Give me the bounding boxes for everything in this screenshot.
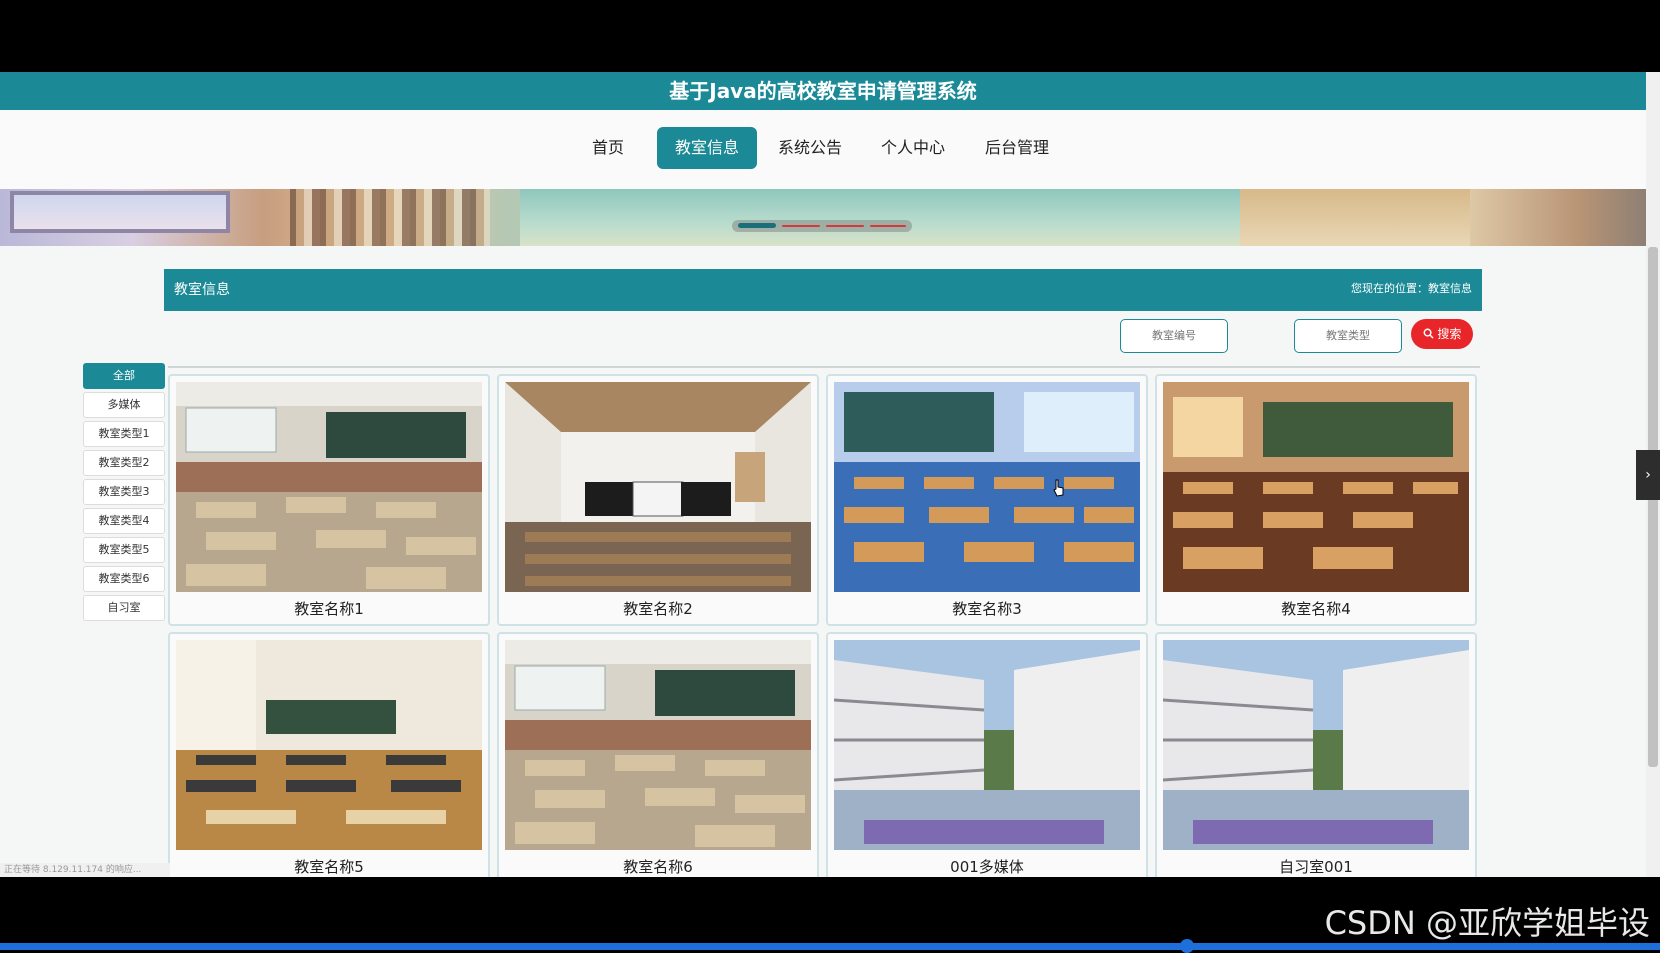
category-type5[interactable]: 教室类型5 — [83, 537, 165, 563]
room-name[interactable]: 教室名称5 — [170, 856, 488, 877]
divider — [168, 366, 1480, 368]
pointer-cursor-icon — [1053, 479, 1064, 497]
room-photo[interactable] — [505, 382, 811, 592]
room-name[interactable]: 教室名称4 — [1157, 598, 1475, 619]
room-name[interactable]: 自习室001 — [1157, 856, 1475, 877]
room-card[interactable]: 001多媒体 — [826, 632, 1148, 877]
room-name[interactable]: 001多媒体 — [828, 856, 1146, 877]
room-card[interactable]: 自习室001 — [1155, 632, 1477, 877]
category-type2[interactable]: 教室类型2 — [83, 450, 165, 476]
status-text: 正在等待 8.129.11.174 的响应... — [0, 863, 170, 877]
section-header: 教室信息 您现在的位置：教室信息 — [164, 269, 1482, 311]
room-card[interactable]: 教室名称2 — [497, 374, 819, 626]
nav-personal-center[interactable]: 个人中心 — [873, 127, 953, 169]
nav-classroom-info[interactable]: 教室信息 — [657, 127, 757, 169]
room-photo[interactable] — [176, 382, 482, 592]
room-photo[interactable] — [505, 640, 811, 850]
carousel-dot[interactable] — [826, 225, 864, 227]
room-number-input[interactable]: 教室编号 — [1120, 319, 1228, 353]
carousel-dot-active[interactable] — [738, 223, 776, 228]
breadcrumb: 您现在的位置：教室信息 — [1351, 282, 1472, 295]
room-card[interactable]: 教室名称4 — [1155, 374, 1477, 626]
room-photo[interactable] — [1163, 640, 1469, 850]
room-card[interactable]: 教室名称5 — [168, 632, 490, 877]
category-study-room[interactable]: 自习室 — [83, 595, 165, 621]
room-card[interactable]: 教室名称3 — [826, 374, 1148, 626]
nav-home[interactable]: 首页 — [578, 127, 638, 169]
video-progress-bar[interactable] — [0, 939, 1660, 953]
room-card[interactable]: 教室名称6 — [497, 632, 819, 877]
progress-knob[interactable] — [1180, 939, 1194, 953]
category-type4[interactable]: 教室类型4 — [83, 508, 165, 534]
carousel-dot[interactable] — [870, 225, 906, 227]
search-icon — [1423, 328, 1434, 339]
room-card[interactable]: 教室名称1 — [168, 374, 490, 626]
carousel-indicators — [732, 220, 912, 232]
main-nav: 首页 教室信息 系统公告 个人中心 后台管理 — [0, 110, 1646, 189]
banner-blackboard-art — [520, 189, 1240, 246]
room-photo[interactable] — [834, 640, 1140, 850]
search-button[interactable]: 搜索 — [1411, 319, 1473, 349]
screen: 基于Java的高校教室申请管理系统 首页 教室信息 系统公告 个人中心 后台管理… — [0, 0, 1660, 953]
category-type3[interactable]: 教室类型3 — [83, 479, 165, 505]
room-photo[interactable] — [1163, 382, 1469, 592]
category-multimedia[interactable]: 多媒体 — [83, 392, 165, 418]
banner-window-art — [10, 191, 230, 233]
room-name[interactable]: 教室名称1 — [170, 598, 488, 619]
site-title: 基于Java的高校教室申请管理系统 — [0, 72, 1646, 110]
nav-admin[interactable]: 后台管理 — [977, 127, 1057, 169]
category-all[interactable]: 全部 — [83, 363, 165, 389]
banner-wall-art — [1240, 189, 1470, 246]
room-name[interactable]: 教室名称3 — [828, 598, 1146, 619]
room-photo[interactable] — [176, 640, 482, 850]
watermark-text: CSDN @亚欣学姐毕设 — [1324, 904, 1650, 942]
section-title: 教室信息 — [174, 282, 230, 298]
browser-page: 基于Java的高校教室申请管理系统 首页 教室信息 系统公告 个人中心 后台管理… — [0, 72, 1646, 877]
chevron-right-icon[interactable]: › — [1636, 450, 1660, 500]
search-button-label: 搜索 — [1437, 327, 1462, 341]
room-name[interactable]: 教室名称6 — [499, 856, 817, 877]
room-photo[interactable] — [834, 382, 1140, 592]
category-type1[interactable]: 教室类型1 — [83, 421, 165, 447]
banner-carousel[interactable] — [0, 189, 1646, 246]
banner-bookshelf-art — [290, 189, 490, 246]
carousel-dot[interactable] — [782, 225, 820, 227]
category-type6[interactable]: 教室类型6 — [83, 566, 165, 592]
room-type-input[interactable]: 教室类型 — [1294, 319, 1402, 353]
nav-announcements[interactable]: 系统公告 — [770, 127, 850, 169]
room-name[interactable]: 教室名称2 — [499, 598, 817, 619]
scrollbar-thumb[interactable] — [1648, 247, 1658, 767]
